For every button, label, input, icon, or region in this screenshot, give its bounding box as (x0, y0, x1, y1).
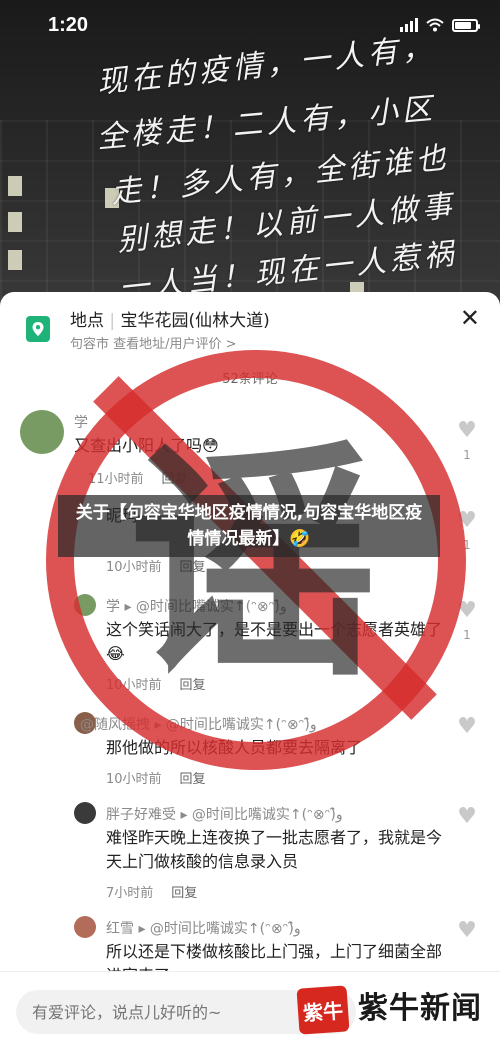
comment-author[interactable]: @随风摇拽 ▸ @时间比嘴诚实↑(ᵔ⊗ᵔ)و̑̑ (80, 714, 317, 734)
heart-icon: ♥ (457, 804, 477, 829)
avatar[interactable] (20, 410, 64, 454)
map-pin-icon (26, 316, 50, 342)
like-count: 1 (463, 448, 471, 462)
comment-meta: 10小时前 回复 (106, 674, 206, 693)
comment-count: 52条评论 (222, 372, 278, 387)
lit-window (8, 176, 22, 196)
status-icons (400, 18, 480, 32)
comment-text: 又查出小阳人了吗😳 (74, 436, 219, 455)
signal-icon (400, 18, 418, 32)
avatar[interactable] (74, 802, 96, 824)
comment-author[interactable]: 胖子好难受 ▸ @时间比嘴诚实↑(ᵔ⊗ᵔ)و̑̑ (106, 804, 343, 824)
watermark-text: 紫牛新闻 (358, 991, 482, 1026)
close-icon[interactable]: ✕ (460, 304, 480, 332)
comment-text: 难怪昨天晚上连夜换了一批志愿者了，我就是今天上门做核酸的信息录入员 (106, 828, 443, 871)
reply-button[interactable]: 回复 (171, 886, 197, 901)
comment-meta: 7小时前 回复 (106, 882, 197, 901)
comment-time: 7小时前 (106, 886, 154, 901)
comment-time: 10小时前 (106, 560, 162, 575)
watermark-logo: 紫牛 (296, 985, 350, 1035)
location-city: 句容市 (70, 337, 110, 352)
like-count: 1 (463, 538, 471, 552)
reply-button[interactable]: 回复 (162, 472, 188, 487)
wifi-icon (426, 18, 444, 32)
comment-time: 10小时前 (106, 772, 162, 787)
heart-icon: ♥ (457, 508, 477, 533)
reply-button[interactable]: 回复 (180, 772, 206, 787)
location-subtitle[interactable]: 句容市 查看地址/用户评价 > (70, 333, 237, 352)
like-count: 1 (463, 628, 471, 642)
location-label: 地点 (70, 311, 104, 331)
comment-time: 10小时前 (106, 678, 162, 693)
location-title[interactable]: 地点 | 宝华花园(仙林大道) (70, 306, 270, 331)
like-button[interactable]: ♥ (452, 716, 482, 738)
avatar[interactable] (74, 594, 96, 616)
comment-meta: 10小时前 回复 (106, 556, 206, 575)
like-button[interactable]: ♥ (452, 920, 482, 942)
headline-banner: 关于【句容宝华地区疫情情况,句容宝华地区疫情情况最新】🤣 (58, 495, 440, 557)
avatar[interactable] (74, 916, 96, 938)
comment-time: 11小时前 (88, 472, 144, 487)
reply-button[interactable]: 回复 (180, 678, 206, 693)
lit-window (8, 250, 22, 270)
comment-author[interactable]: 学 (74, 412, 88, 432)
lit-window (8, 212, 22, 232)
location-place: 宝华花园(仙林大道) (120, 311, 270, 331)
heart-icon: ♥ (457, 918, 477, 943)
like-button[interactable]: ♥ 1 (452, 418, 482, 463)
heart-icon: ♥ (457, 418, 477, 443)
heart-icon: ♥ (457, 714, 477, 739)
comment-author[interactable]: 红雪 ▸ @时间比嘴诚实↑(ᵔ⊗ᵔ)و̑̑ (106, 918, 301, 938)
heart-icon: ♥ (457, 598, 477, 623)
like-button[interactable]: ♥ 1 (452, 598, 482, 643)
like-button[interactable]: ♥ (452, 806, 482, 828)
location-links: 查看地址/用户评价 > (113, 337, 237, 352)
status-time: 1:20 (48, 14, 89, 36)
reply-button[interactable]: 回复 (180, 560, 206, 575)
comment-author[interactable]: 学 ▸ @时间比嘴诚实↑(ᵔ⊗ᵔ)و̑̑ (106, 596, 287, 616)
comment-text: 这个笑话闹大了，是不是要出一个志愿者英雄了😂 (106, 620, 443, 663)
comment-text: 那他做的所以核酸人员都要去隔离了 (106, 738, 363, 757)
comments-sheet: 地点 | 宝华花园(仙林大道) 句容市 查看地址/用户评价 > ✕ 52条评论 … (0, 292, 500, 1053)
battery-icon (452, 18, 480, 32)
comment-meta: 11小时前 回复 (88, 468, 188, 487)
comment-meta: 10小时前 回复 (106, 768, 206, 787)
like-button[interactable]: ♥ 1 (452, 508, 482, 553)
status-bar: 1:20 (0, 0, 500, 50)
